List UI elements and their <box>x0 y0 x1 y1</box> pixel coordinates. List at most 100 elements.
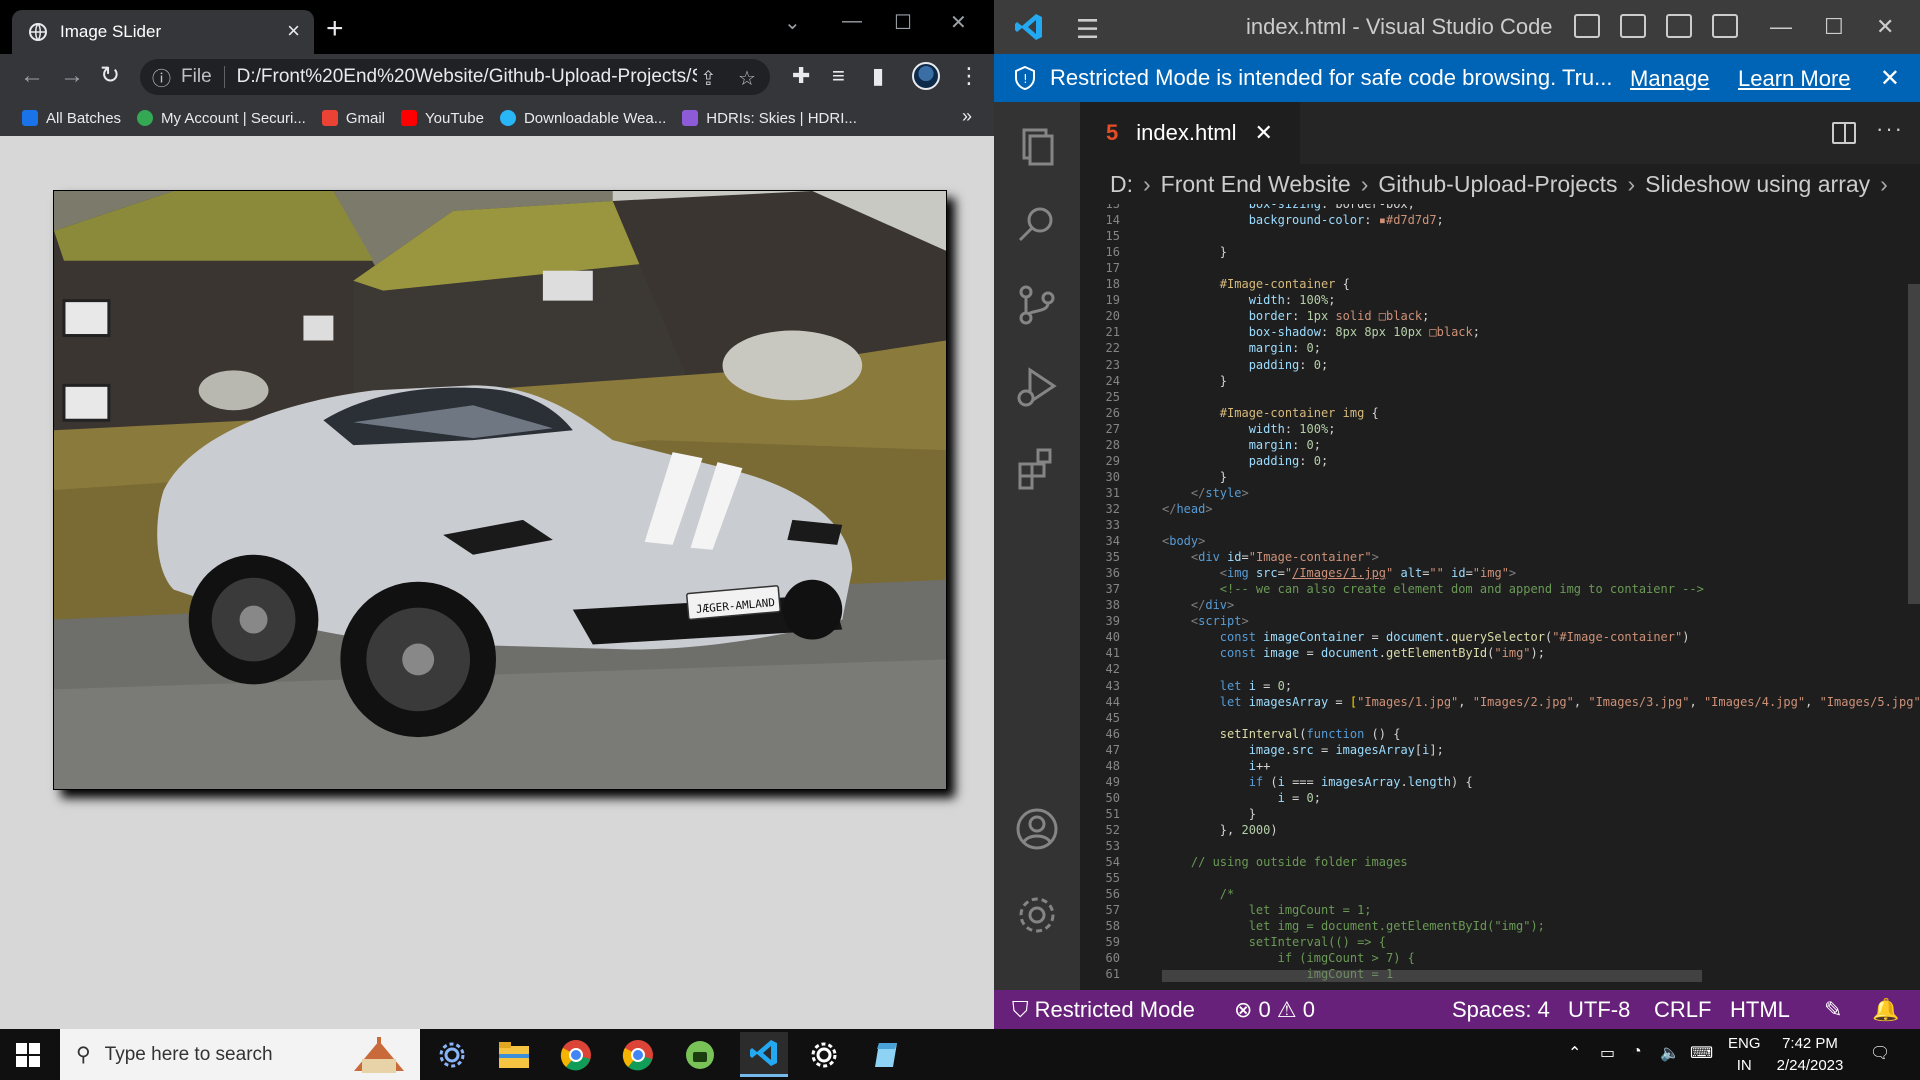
bookmark-item[interactable]: My Account | Securi... <box>137 110 306 127</box>
menu-kebab-icon[interactable]: ⋮ <box>958 63 980 89</box>
media-control-icon[interactable]: ≡ <box>832 63 845 89</box>
code-line[interactable]: 32 </head> <box>1080 501 1920 517</box>
code-line[interactable]: 17 <box>1080 260 1920 276</box>
code-line[interactable]: 58 let img = document.getElementById("im… <box>1080 918 1920 934</box>
code-line[interactable]: 16 } <box>1080 244 1920 260</box>
battery-icon[interactable]: ▭ <box>1600 1043 1615 1063</box>
android-app-icon[interactable] <box>680 1035 720 1075</box>
manage-link[interactable]: Manage <box>1630 66 1710 92</box>
close-tab-icon[interactable]: ✕ <box>1255 120 1273 146</box>
vscode-app-icon[interactable] <box>740 1032 788 1077</box>
problems-status[interactable]: ⊗ 0 ⚠ 0 <box>1234 997 1315 1023</box>
vertical-scrollbar[interactable] <box>1908 284 1920 604</box>
wifi-icon[interactable]: ◔ <box>1632 1043 1642 1061</box>
new-tab-icon[interactable]: + <box>326 14 344 44</box>
notifications-bell-icon[interactable]: 🔔 <box>1872 997 1899 1023</box>
code-line[interactable]: 56 /* <box>1080 886 1920 902</box>
code-line[interactable]: 59 setInterval(() => { <box>1080 934 1920 950</box>
code-line[interactable]: 41 const image = document.getElementById… <box>1080 645 1920 661</box>
code-line[interactable]: 55 <box>1080 870 1920 886</box>
code-line[interactable]: 24 } <box>1080 373 1920 389</box>
restricted-mode-status[interactable]: ⛉ Restricted Mode <box>994 990 1202 1029</box>
code-line[interactable]: 38 </div> <box>1080 597 1920 613</box>
code-line[interactable]: 19 width: 100%; <box>1080 292 1920 308</box>
notification-center-icon[interactable]: 🗨 <box>1870 1043 1890 1063</box>
code-line[interactable]: 26 #Image-container img { <box>1080 405 1920 421</box>
code-line[interactable]: 46 setInterval(function () { <box>1080 726 1920 742</box>
clock[interactable]: 7:42 PM 2/24/2023 <box>1760 1033 1860 1077</box>
explorer-icon[interactable] <box>1014 122 1060 168</box>
code-line[interactable]: 50 i = 0; <box>1080 790 1920 806</box>
bookmark-item[interactable]: Downloadable Wea... <box>499 110 666 127</box>
bookmark-item[interactable]: All Batches <box>22 110 121 127</box>
code-line[interactable]: 54 // using outside folder images <box>1080 854 1920 870</box>
code-line[interactable]: 33 <box>1080 517 1920 533</box>
code-line[interactable]: 51 } <box>1080 806 1920 822</box>
more-actions-icon[interactable]: ··· <box>1876 116 1904 142</box>
code-line[interactable]: 31 </style> <box>1080 485 1920 501</box>
bookmark-item[interactable]: YouTube <box>401 110 484 127</box>
breadcrumb-item[interactable]: Front End Website <box>1161 171 1351 198</box>
code-line[interactable]: 21 box-shadow: 8px 8px 10px □black; <box>1080 324 1920 340</box>
bookmarks-overflow-icon[interactable]: » <box>962 106 972 127</box>
browser-tab[interactable]: Image SLider × <box>12 10 314 54</box>
code-line[interactable]: 44 let imagesArray = ["Images/1.jpg", "I… <box>1080 694 1920 710</box>
tab-index-html[interactable]: 5 index.html ✕ <box>1080 102 1300 164</box>
maximize-icon[interactable]: ☐ <box>1824 14 1844 40</box>
side-panel-icon[interactable]: ▮ <box>872 63 884 89</box>
code-line[interactable]: 14 background-color: ▪#d7d7d7; <box>1080 212 1920 228</box>
code-line[interactable]: 57 let imgCount = 1; <box>1080 902 1920 918</box>
menu-hamburger-icon[interactable]: ☰ <box>1076 14 1099 45</box>
search-icon[interactable] <box>1014 202 1060 248</box>
close-window-icon[interactable]: ✕ <box>950 10 967 35</box>
chrome-profile-app-icon[interactable] <box>618 1035 658 1075</box>
toggle-panel-icon[interactable] <box>1620 14 1646 38</box>
toggle-sidebar-icon[interactable] <box>1574 14 1600 38</box>
tab-search-icon[interactable]: ⌄ <box>784 10 801 35</box>
eol-status[interactable]: CRLF <box>1654 997 1711 1023</box>
accounts-icon[interactable] <box>1014 806 1060 852</box>
back-icon[interactable]: ← <box>20 64 44 88</box>
taskbar-search[interactable]: ⚲ Type here to search <box>60 1029 420 1080</box>
code-line[interactable]: 20 border: 1px solid □black; <box>1080 308 1920 324</box>
code-line[interactable]: 13 box-sizing: border-box; <box>1080 204 1920 212</box>
settings-gear-app-icon[interactable] <box>804 1035 844 1075</box>
code-line[interactable]: 27 width: 100%; <box>1080 421 1920 437</box>
code-line[interactable]: 39 <script> <box>1080 613 1920 629</box>
maximize-icon[interactable]: ☐ <box>894 10 912 35</box>
file-explorer-icon[interactable] <box>494 1035 534 1075</box>
minimize-icon[interactable]: — <box>842 10 862 33</box>
code-line[interactable]: 47 image.src = imagesArray[i]; <box>1080 742 1920 758</box>
info-icon[interactable]: ⓘ <box>152 64 171 91</box>
split-editor-icon[interactable] <box>1832 122 1856 144</box>
code-line[interactable]: 53 <box>1080 838 1920 854</box>
settings-gear-icon[interactable] <box>1014 892 1060 938</box>
feedback-icon[interactable]: ✎ <box>1824 997 1842 1023</box>
run-debug-icon[interactable] <box>1014 364 1060 410</box>
language-mode-status[interactable]: HTML <box>1730 997 1790 1023</box>
close-tab-icon[interactable]: × <box>287 20 300 42</box>
code-line[interactable]: 49 if (i === imagesArray.length) { <box>1080 774 1920 790</box>
code-line[interactable]: 23 padding: 0; <box>1080 357 1920 373</box>
code-line[interactable]: 28 margin: 0; <box>1080 437 1920 453</box>
learn-more-link[interactable]: Learn More <box>1738 66 1851 92</box>
minimize-icon[interactable]: — <box>1770 14 1792 40</box>
share-icon[interactable]: ⇪ <box>700 66 717 91</box>
close-window-icon[interactable]: ✕ <box>1876 14 1894 40</box>
breadcrumb-item[interactable]: Github-Upload-Projects <box>1378 171 1617 198</box>
windows-start-icon[interactable] <box>16 1043 40 1067</box>
code-line[interactable]: 36 <img src="/Images/1.jpg" alt="" id="i… <box>1080 565 1920 581</box>
code-editor[interactable]: 61 imgCount = 1 60 if (imgCount > 7) {59 … <box>1080 204 1920 990</box>
code-line[interactable]: 60 if (imgCount > 7) { <box>1080 950 1920 966</box>
code-line[interactable]: 35 <div id="Image-container"> <box>1080 549 1920 565</box>
code-line[interactable]: 15 <box>1080 228 1920 244</box>
indentation-status[interactable]: Spaces: 4 <box>1452 997 1550 1023</box>
code-line[interactable]: 29 padding: 0; <box>1080 453 1920 469</box>
code-line[interactable]: 30 } <box>1080 469 1920 485</box>
horizontal-scrollbar[interactable] <box>1162 970 1702 982</box>
code-line[interactable]: 45 <box>1080 710 1920 726</box>
address-bar[interactable]: ⓘ File D:/Front%20End%20Website/Github-U… <box>140 59 770 95</box>
chevron-up-icon[interactable]: ⌃ <box>1568 1043 1581 1063</box>
toggle-secondary-sidebar-icon[interactable] <box>1666 14 1692 38</box>
notepad-app-icon[interactable] <box>866 1035 906 1075</box>
